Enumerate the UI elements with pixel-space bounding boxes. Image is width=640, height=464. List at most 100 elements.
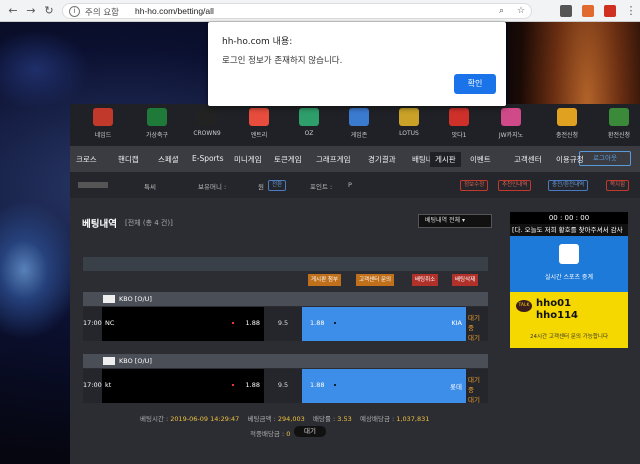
extension-icon[interactable] [560, 5, 572, 17]
menu-item-11[interactable]: 고객센터 [514, 154, 542, 165]
menu-item-10[interactable]: 이벤트 [470, 154, 491, 165]
indicator-dot [334, 384, 336, 386]
home-team: NC [105, 319, 115, 327]
url-text[interactable]: hh-ho.com/betting/all [135, 6, 214, 16]
alert-title: hh-ho.com 내용: [222, 37, 293, 47]
away-team-cell[interactable]: 1.88 롯데 [302, 369, 466, 403]
reload-icon[interactable]: ↻ [42, 4, 56, 18]
handicap-line: 9.5 [277, 381, 289, 389]
home-team-cell[interactable]: NC 1.88 [102, 307, 264, 341]
page-subtitle: [전체 (총 4 건)] [125, 219, 173, 227]
menu-item-12[interactable]: 이용규정 [556, 154, 584, 165]
game-logo-label: JW카지노 [498, 132, 524, 139]
user-info-bar: 특씨 보유머니 : 원 전환 포인트 : P 정보수정 추천인내역 충전/환전내… [70, 172, 640, 198]
game-logo-8[interactable]: JW카지노 [482, 106, 540, 144]
point-value: P [348, 181, 352, 189]
game-logo-label: 충전신청 [555, 132, 579, 139]
home-team-cell[interactable]: kt 1.88 [102, 369, 264, 403]
background-art [0, 200, 80, 340]
delete-bet-button[interactable]: 배팅삭제 [452, 274, 479, 286]
game-logo-icon [449, 108, 469, 126]
charge-history-button[interactable]: 충전/환전내역 [548, 180, 589, 191]
money-convert-button[interactable]: 전환 [268, 180, 287, 191]
gamezone-logo-icon [349, 108, 369, 126]
korea-flag-icon [103, 357, 115, 365]
support-note: 24시간 고객센터 문의 가능합니다 [529, 334, 609, 340]
live-sports-banner[interactable]: 실시간 스포츠 중계 [510, 236, 628, 292]
game-logo-label: CROWN9 [193, 130, 221, 137]
exchange-icon [609, 108, 629, 126]
menu-item-4[interactable]: 미니게임 [234, 154, 262, 165]
address-bar[interactable]: i 주의 요함 hh-ho.com/betting/all ⌕ ☆ [62, 3, 532, 19]
extension-icon[interactable] [582, 5, 594, 17]
game-logo-0[interactable]: 네임드 [74, 106, 132, 144]
home-team: kt [105, 381, 112, 389]
extension-icon[interactable] [604, 5, 616, 17]
game-logo-10[interactable]: 환전신청 [590, 106, 640, 144]
home-odds: 1.88 [245, 381, 260, 389]
inquiry-button[interactable]: 고객센터 문의 [356, 274, 395, 286]
game-logo-7[interactable]: 맛다1 [430, 106, 488, 144]
menu-item-9[interactable]: 게시판 [430, 152, 461, 167]
named-logo-icon [93, 108, 113, 126]
filter-dropdown[interactable]: 베팅내역 전체 ▾ [418, 214, 492, 228]
cancel-bet-button[interactable]: 배팅취소 [412, 274, 439, 286]
game-logo-label: 네임드 [94, 132, 112, 139]
menu-item-7[interactable]: 경기결과 [368, 154, 396, 165]
info-icon[interactable]: i [69, 6, 80, 17]
attach-board-button[interactable]: 게시판 첨부 [308, 274, 342, 286]
game-logo-9[interactable]: 충전신청 [538, 106, 596, 144]
away-team-cell[interactable]: 1.88 KIA [302, 307, 466, 341]
bet-row: 17:00 kt 1.88 9.5 1.88 롯데 대기 중 대기 [83, 369, 488, 404]
alert-dialog: hh-ho.com 내용: 로그인 정보가 존재하지 않습니다. 확인 [208, 22, 506, 106]
edit-info-button[interactable]: 정보수정 [460, 180, 489, 191]
logout-button[interactable]: 로그아웃 [579, 151, 631, 166]
indicator-dot [232, 322, 234, 324]
status-pill: 대기 [294, 426, 326, 437]
menu-dots-icon[interactable]: ⋮ [624, 4, 638, 18]
menu-item-1[interactable]: 핸디캡 [118, 154, 139, 165]
kakao-talk-icon: TALK [516, 300, 532, 312]
alert-ok-button[interactable]: 확인 [454, 74, 496, 94]
menu-item-6[interactable]: 그래프게임 [316, 154, 351, 165]
menu-item-0[interactable]: 크로스 [76, 154, 97, 165]
indicator-dot [232, 384, 234, 386]
game-logo-2[interactable]: CROWN9 [178, 106, 236, 144]
bet-league-header: KBO [O/U] [83, 354, 488, 368]
main-menu: 로그아웃 크로스 핸디캡 스페셜 E-Sports 미니게임 토큰게임 그래프게임 경기결과 배… [70, 146, 640, 172]
league-label: KBO [O/U] [119, 357, 152, 365]
away-odds: 1.88 [310, 381, 325, 389]
away-team: KIA [451, 319, 462, 327]
kakao-talk-banner[interactable]: TALK hho01 hho114 24시간 고객센터 문의 가능합니다 [510, 292, 628, 348]
search-icon[interactable]: ⌕ [499, 6, 504, 16]
game-time: 17:00 [83, 319, 102, 327]
table-header [83, 257, 488, 271]
menu-item-3[interactable]: E-Sports [192, 154, 224, 163]
menu-item-2[interactable]: 스페셜 [158, 154, 179, 165]
expected-payout: 1,037,831 [396, 415, 430, 423]
page-title: 베팅내역 [82, 219, 117, 230]
bet-league-header: KBO [O/U] [83, 292, 488, 306]
browser-toolbar: ← → ↻ i 주의 요함 hh-ho.com/betting/all ⌕ ☆ … [0, 0, 640, 22]
money-label: 보유머니 : [198, 183, 227, 191]
bet-odds: 3.53 [337, 415, 352, 423]
crown-logo-icon [197, 108, 217, 126]
home-odds: 1.88 [245, 319, 260, 327]
referral-button[interactable]: 추천인내역 [498, 180, 532, 191]
point-label: 포인트 : [310, 183, 333, 191]
security-label: 주의 요함 [85, 8, 119, 18]
bet-amount: 294,003 [277, 415, 305, 423]
filter-label: 베팅내역 전체 [425, 217, 461, 224]
game-logo-label: 환전신청 [607, 132, 631, 139]
messages-button[interactable]: 쪽지함 [606, 180, 630, 191]
menu-item-5[interactable]: 토큰게임 [274, 154, 302, 165]
back-arrow-icon[interactable]: ← [6, 4, 20, 18]
oz-logo-icon [299, 108, 319, 126]
forward-arrow-icon[interactable]: → [24, 4, 38, 18]
game-logo-bar: 네임드 가상축구 CROWN9 엔트리 OZ 게임존 LOTUS 맛다1 JW카지노 충전신청 환전… [70, 104, 640, 146]
star-icon[interactable]: ☆ [517, 6, 525, 16]
alert-message: 로그인 정보가 존재하지 않습니다. [222, 56, 343, 66]
user-grade: 특씨 [144, 183, 156, 191]
away-team: 롯데 [450, 383, 462, 391]
lotus-logo-icon [399, 108, 419, 126]
